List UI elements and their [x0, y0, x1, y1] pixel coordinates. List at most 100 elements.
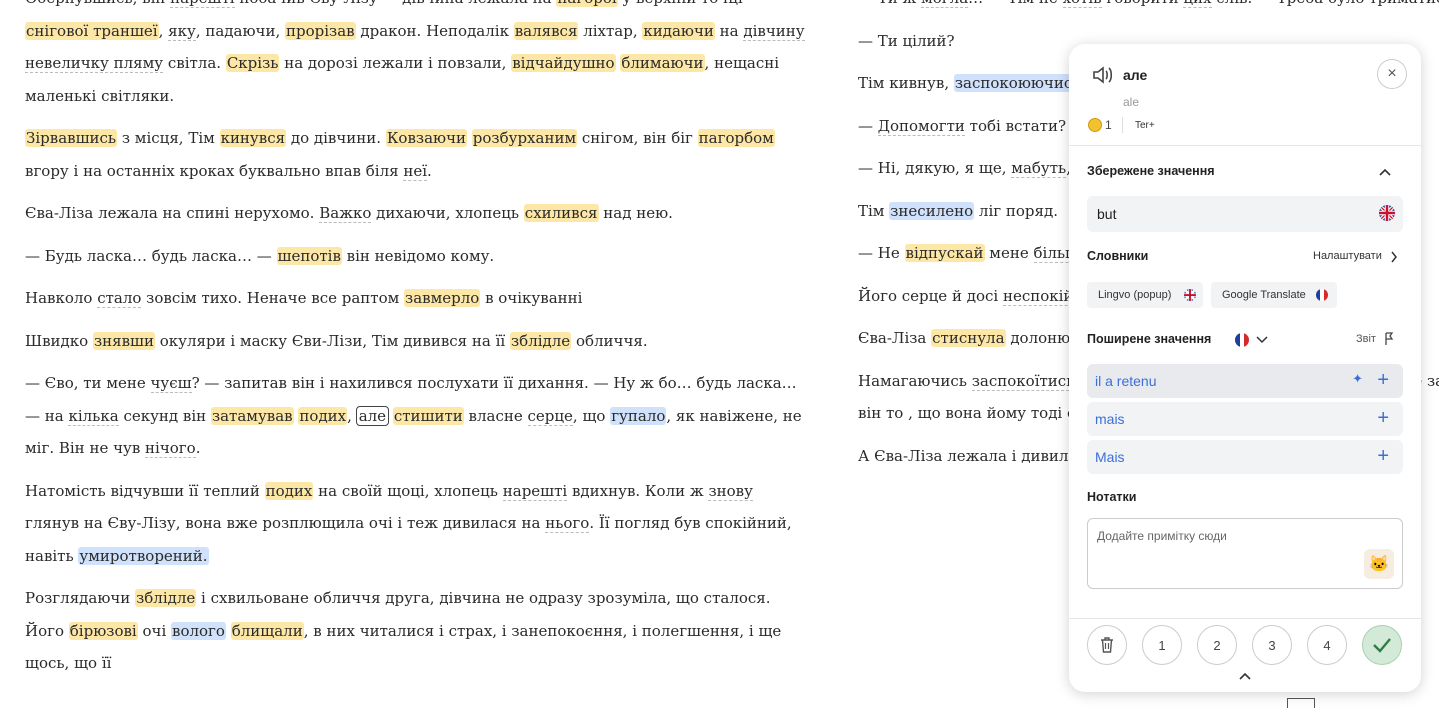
fr-flag-icon[interactable]	[1235, 333, 1249, 347]
highlighted-word[interactable]: подих	[298, 407, 347, 425]
clickable-word[interactable]: цих	[1183, 0, 1211, 8]
highlighted-word[interactable]: кинувся	[220, 129, 287, 147]
clickable-word[interactable]: неї	[403, 162, 427, 181]
meaning-option-1[interactable]: il a retenu ✦ +	[1087, 364, 1403, 398]
dictionaries-settings-link[interactable]: Налаштувати	[1313, 250, 1382, 262]
highlighted-word[interactable]: блищали	[231, 622, 304, 640]
chevron-down-icon[interactable]	[1256, 336, 1268, 344]
hotkey-label: Ter+	[1135, 120, 1155, 131]
highlighted-word[interactable]: завмерло	[404, 289, 480, 307]
highlighted-word[interactable]: Зірвавшись	[25, 129, 117, 147]
selected-word[interactable]: але	[357, 407, 388, 425]
text-run: ,	[159, 22, 169, 40]
chevron-up-icon[interactable]	[1378, 167, 1392, 177]
text-run: долоню	[1006, 329, 1075, 347]
text-run: — Єво, ти мене	[25, 374, 151, 392]
close-button[interactable]: ×	[1377, 59, 1407, 89]
clickable-word[interactable]: серце	[528, 407, 573, 426]
plus-icon[interactable]: +	[1377, 370, 1389, 390]
highlighted-word[interactable]: пагорбом	[698, 129, 775, 147]
text-run: говорити	[1102, 0, 1184, 7]
highlighted-word[interactable]: знесилено	[889, 202, 974, 220]
text-paragraph: — Ти ж могла… — Тім не хотів говорити ци…	[858, 0, 1439, 15]
highlighted-word[interactable]: прорізав	[285, 22, 356, 40]
chevron-up-icon[interactable]	[1238, 671, 1252, 681]
delete-button[interactable]	[1087, 625, 1127, 665]
check-icon	[1372, 637, 1392, 653]
highlighted-word[interactable]: шепотів	[277, 247, 342, 265]
highlighted-word[interactable]: затамував	[211, 407, 294, 425]
dictionary-chip-google[interactable]: Google Translate	[1211, 282, 1337, 308]
report-flag-icon[interactable]	[1384, 332, 1394, 346]
highlighted-word[interactable]: розбурханим	[472, 129, 577, 147]
level-2-button[interactable]: 2	[1197, 625, 1237, 665]
highlighted-word[interactable]: кидаючи	[642, 22, 715, 40]
highlighted-word[interactable]: пагорбі	[556, 0, 617, 7]
note-input[interactable]: Додайте примітку сюди 🐱	[1087, 518, 1403, 589]
clickable-word[interactable]: могла	[921, 0, 968, 8]
highlighted-word[interactable]: блимаючи	[620, 54, 704, 72]
meaning-option-2[interactable]: mais +	[1087, 402, 1403, 436]
meaning-option-3[interactable]: Mais +	[1087, 440, 1403, 474]
highlighted-word[interactable]: стишити	[393, 407, 464, 425]
highlighted-word[interactable]: відчайдушно	[511, 54, 615, 72]
text-run: Тім кивнув,	[858, 74, 954, 92]
level-1-button[interactable]: 1	[1142, 625, 1182, 665]
confirm-button[interactable]	[1362, 625, 1402, 665]
clickable-word[interactable]: заспокоїтись	[972, 372, 1075, 391]
highlighted-word[interactable]: Скрізь	[226, 54, 280, 72]
highlighted-word[interactable]: знявши	[93, 332, 155, 350]
clickable-word[interactable]: кілька	[68, 407, 118, 426]
plus-icon[interactable]: +	[1377, 446, 1389, 466]
saved-meaning-field[interactable]: but	[1087, 196, 1403, 232]
dictionary-chip-lingvo[interactable]: Lingvo (popup)	[1087, 282, 1203, 308]
highlighted-word[interactable]: волого	[171, 622, 226, 640]
chevron-right-icon[interactable]	[1390, 251, 1398, 263]
clickable-word[interactable]: хотів	[1063, 0, 1102, 8]
coin-icon	[1088, 118, 1102, 132]
highlighted-word[interactable]: зблідле	[510, 332, 571, 350]
clickable-word[interactable]: стало	[97, 289, 141, 308]
text-paragraph: Зірвавшись з місця, Тім кинувся до дівчи…	[25, 122, 805, 187]
popup-word: але	[1123, 67, 1147, 83]
text-run: — Ти цілий?	[858, 32, 955, 50]
highlighted-word[interactable]: подих	[265, 482, 314, 500]
text-run: зовсім тихо. Неначе все раптом	[141, 289, 404, 307]
clickable-word[interactable]: чуєш	[151, 374, 192, 393]
text-paragraph: Швидко знявши окуляри і маску Єви-Лізи, …	[25, 325, 805, 358]
clickable-word[interactable]: Важко	[319, 204, 371, 223]
clickable-word[interactable]: яку	[168, 22, 196, 41]
text-paragraph: — Будь ласка… будь ласка… — шепотів він …	[25, 240, 805, 273]
text-run: на своїй щоці, хлопець	[313, 482, 502, 500]
clickable-word[interactable]: нього	[545, 514, 589, 533]
saved-meaning-value: but	[1097, 206, 1116, 222]
clickable-word[interactable]: Допомогти	[878, 117, 965, 136]
plus-icon[interactable]: +	[1377, 408, 1389, 428]
text-run: він невідомо кому.	[342, 247, 494, 265]
highlighted-word[interactable]: валявся	[514, 22, 579, 40]
highlighted-word[interactable]: снігової траншеї	[25, 22, 159, 40]
text-run: мене	[985, 244, 1034, 262]
clickable-word[interactable]: нарешті	[170, 0, 234, 8]
report-link[interactable]: Звіт	[1356, 333, 1376, 345]
highlighted-word[interactable]: зблідле	[135, 589, 196, 607]
clickable-word[interactable]: нічого	[145, 439, 196, 458]
highlighted-word[interactable]: гупало	[610, 407, 666, 425]
cat-avatar-icon[interactable]: 🐱	[1364, 549, 1394, 579]
highlighted-word[interactable]: умиротворений.	[78, 547, 208, 565]
highlighted-word[interactable]: Ковзаючи	[386, 129, 467, 147]
highlighted-word[interactable]: заспокоюючись	[954, 74, 1082, 92]
clickable-word[interactable]: нарешті	[503, 482, 567, 501]
highlighted-word[interactable]: бірюзові	[69, 622, 138, 640]
text-run: Тім	[858, 202, 889, 220]
text-run: в очікуванні	[480, 289, 582, 307]
highlighted-word[interactable]: схилився	[524, 204, 599, 222]
clickable-word[interactable]: мабуть	[1011, 159, 1066, 178]
level-3-button[interactable]: 3	[1252, 625, 1292, 665]
clickable-word[interactable]: знову	[708, 482, 752, 501]
speaker-icon[interactable]	[1091, 64, 1115, 86]
text-run: Єва-Ліза	[858, 329, 931, 347]
level-4-button[interactable]: 4	[1307, 625, 1347, 665]
highlighted-word[interactable]: відпускай	[905, 244, 985, 262]
highlighted-word[interactable]: стиснула	[931, 329, 1005, 347]
